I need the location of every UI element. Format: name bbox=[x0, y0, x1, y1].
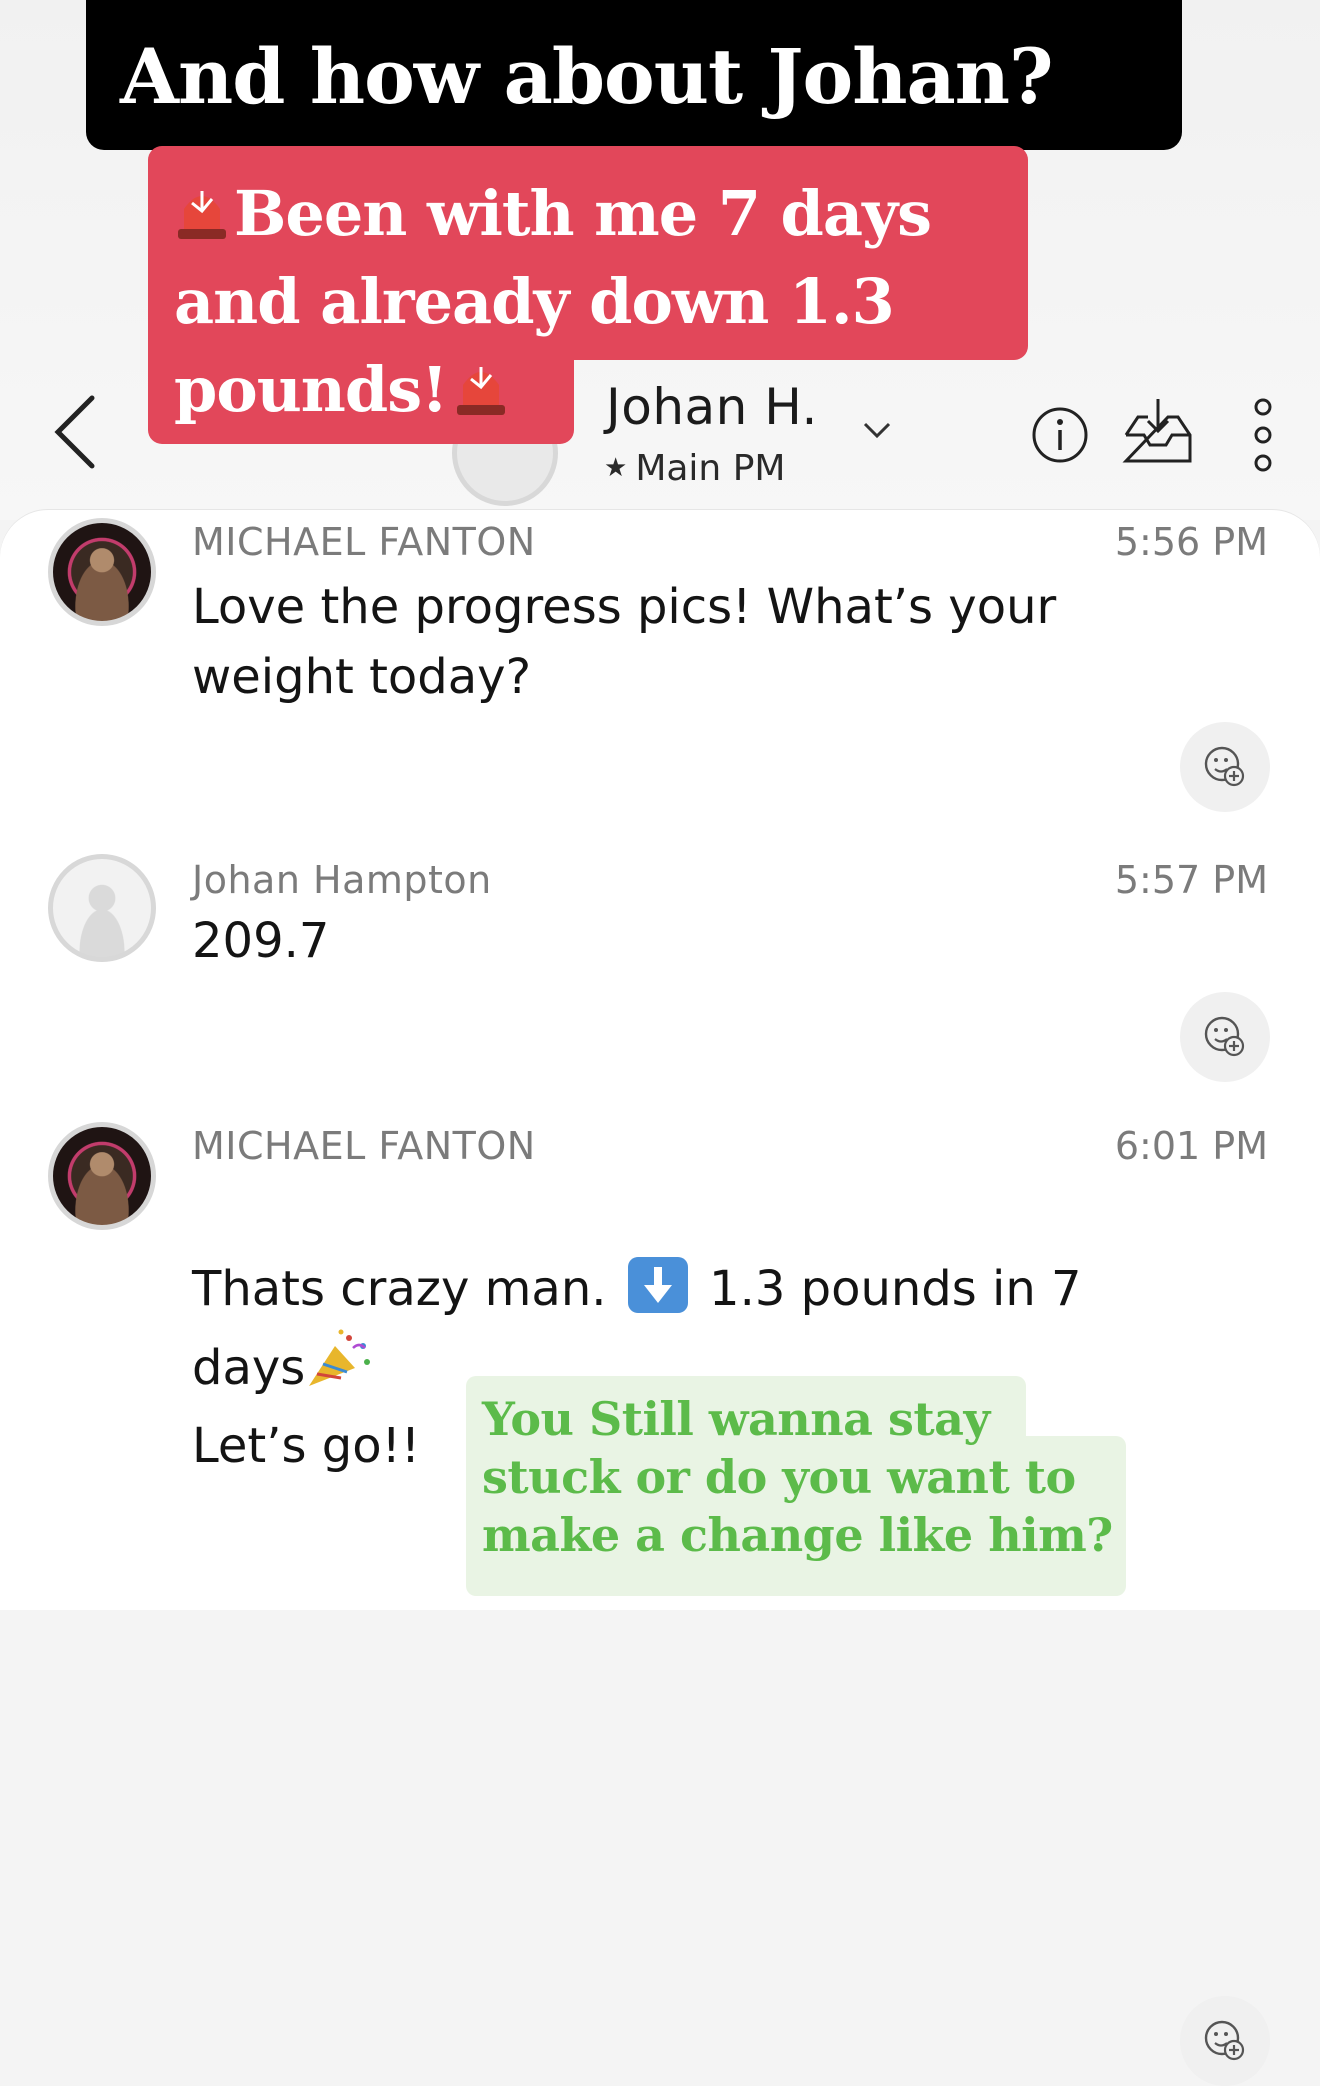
caption-footer: You Still wanna stay stuck or do you wan… bbox=[482, 1392, 1113, 1562]
message-text-part: days bbox=[192, 1340, 306, 1396]
add-reaction-button[interactable] bbox=[1180, 992, 1270, 1082]
message-time: 6:01 PM bbox=[1114, 1124, 1268, 1168]
siren-emoji-icon bbox=[178, 191, 226, 239]
message-text: 209.7 bbox=[192, 913, 330, 969]
sender-name: MICHAEL FANTON bbox=[192, 1124, 536, 1168]
caption-title: And how about Johan? bbox=[120, 32, 1053, 121]
party-popper-emoji-icon bbox=[309, 1329, 371, 1386]
avatar[interactable] bbox=[48, 518, 156, 626]
message-text-line: Love the progress pics! What’s your bbox=[192, 579, 1057, 635]
star-icon: ★ bbox=[604, 453, 628, 483]
caption-highlight-text: Been with me 7 days and already down 1.3… bbox=[174, 177, 932, 426]
avatar[interactable] bbox=[48, 854, 156, 962]
siren-emoji-icon bbox=[457, 367, 506, 415]
sender-name: MICHAEL FANTON bbox=[192, 520, 536, 564]
more-vertical-icon[interactable] bbox=[1248, 395, 1278, 475]
add-reaction-icon bbox=[1204, 2020, 1245, 2061]
message-time: 5:56 PM bbox=[1114, 520, 1268, 564]
caption-title-box: And how about Johan? bbox=[86, 0, 1182, 150]
message-text-part: 1.3 pounds in 7 bbox=[709, 1261, 1082, 1317]
down-arrow-emoji-icon bbox=[627, 1257, 688, 1313]
add-reaction-icon bbox=[1204, 746, 1245, 787]
inbox-download-icon[interactable] bbox=[1120, 395, 1196, 469]
message-text-line: Thats crazy man. 1.3 pounds in 7 bbox=[192, 1250, 1172, 1328]
sender-name: Johan Hampton bbox=[192, 858, 492, 902]
add-reaction-button[interactable] bbox=[1180, 1996, 1270, 2086]
caption-highlight: Been with me 7 days and already down 1.3… bbox=[174, 170, 1034, 434]
message-text: Love the progress pics! What’s your weig… bbox=[192, 572, 1172, 712]
subtitle-label: Main PM bbox=[635, 448, 786, 489]
conversation-subtitle: ★ Main PM bbox=[604, 448, 785, 489]
message-time: 5:57 PM bbox=[1114, 858, 1268, 902]
back-chevron-icon[interactable] bbox=[50, 392, 100, 472]
message-text-line: weight today? bbox=[192, 649, 532, 705]
add-reaction-icon bbox=[1204, 1016, 1245, 1057]
add-reaction-button[interactable] bbox=[1180, 722, 1270, 812]
info-icon[interactable] bbox=[1030, 405, 1090, 465]
avatar[interactable] bbox=[48, 1122, 156, 1230]
message-text-part: Thats crazy man. bbox=[192, 1261, 607, 1317]
